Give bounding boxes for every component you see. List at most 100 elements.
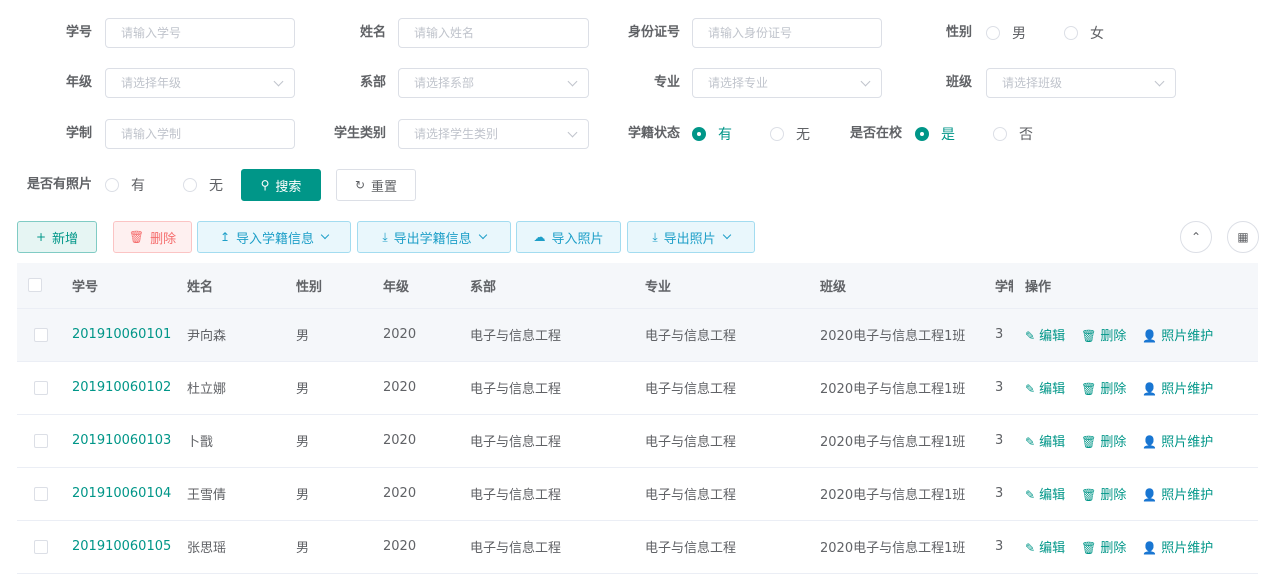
row-checkbox[interactable]	[34, 433, 48, 448]
inschool-yes-radio[interactable]: 是	[915, 119, 955, 149]
cell-system: 3	[995, 308, 1013, 362]
cell-sid[interactable]: 201910060102	[55, 361, 187, 415]
header-major[interactable]: 专业	[645, 263, 820, 309]
table-row[interactable]: 201910060102 杜立娜男 2020 电子与信息工程 电子与信息工程 2020电子…	[17, 361, 1258, 415]
row-checkbox[interactable]	[34, 486, 48, 501]
photo-no-radio[interactable]: 无	[183, 170, 223, 200]
radio-label: 有	[718, 127, 732, 143]
radio-dot-icon	[915, 127, 929, 141]
grade-select[interactable]: 请选择年级	[105, 68, 295, 98]
photo-maintain-link[interactable]: 👤 照片维护	[1142, 431, 1213, 450]
gender-male-radio[interactable]: 男	[986, 18, 1026, 48]
edit-link[interactable]: ✎ 编辑	[1025, 537, 1065, 556]
table-row[interactable]: 201910060101 尹向森男 2020 电子与信息工程 电子与信息工程 2020电子…	[17, 308, 1258, 362]
inschool-label: 是否在校	[849, 126, 902, 141]
radio-dot-icon	[770, 127, 784, 141]
photo-label: 是否有照片	[26, 177, 92, 192]
row-checkbox[interactable]	[34, 327, 48, 342]
header-sid[interactable]: 学号	[55, 263, 187, 309]
import-info-button[interactable]: ↥ 导入学籍信息	[197, 221, 351, 253]
table-row[interactable]: 201910060105 张思瑶男 2020 电子与信息工程 电子与信息工程 2020电子…	[17, 520, 1258, 574]
header-system[interactable]: 学制	[995, 263, 1013, 309]
chevron-down-icon	[1154, 76, 1165, 87]
cell-sid[interactable]: 201910060101	[55, 308, 187, 362]
gender-female-radio[interactable]: 女	[1064, 18, 1104, 48]
edit-link[interactable]: ✎ 编辑	[1025, 431, 1065, 450]
row-checkbox[interactable]	[34, 380, 48, 395]
edit-link[interactable]: ✎ 编辑	[1025, 378, 1065, 397]
idcard-input[interactable]: 请输入身份证号	[692, 18, 882, 48]
search-button[interactable]: ⚲ 搜索	[241, 169, 321, 201]
chevron-down-icon	[478, 230, 487, 240]
columns-button[interactable]: ▦	[1227, 221, 1259, 253]
chevron-down-icon	[567, 127, 578, 138]
export-info-button[interactable]: ⤓ 导出学籍信息	[357, 221, 511, 253]
select-all-checkbox[interactable]	[28, 278, 42, 293]
import-photo-button[interactable]: ☁ 导入照片	[516, 221, 621, 253]
delete-button[interactable]: 🗑 删除	[113, 221, 192, 253]
table-row[interactable]: 201910060104 王雪倩男 2020 电子与信息工程 电子与信息工程 2020电子…	[17, 467, 1258, 521]
header-name[interactable]: 姓名	[187, 263, 296, 309]
class-placeholder: 请选择班级	[1002, 76, 1063, 90]
search-button-label: 搜索	[275, 179, 302, 195]
major-select[interactable]: 请选择专业	[692, 68, 882, 98]
gender-label: 性别	[945, 25, 972, 40]
cell-name: 杜立娜	[187, 361, 296, 415]
delete-label: 删除	[1100, 488, 1127, 503]
trash-icon: 🗑	[1081, 541, 1097, 555]
delete-link[interactable]: 🗑 删除	[1081, 378, 1126, 397]
header-grade[interactable]: 年级	[383, 263, 470, 309]
cell-sid[interactable]: 201910060105	[55, 520, 187, 574]
cell-sid[interactable]: 201910060104	[55, 467, 187, 521]
photo-maintain-link[interactable]: 👤 照片维护	[1142, 378, 1213, 397]
system-input[interactable]: 请输入学制	[105, 119, 295, 149]
export-photo-button[interactable]: ⤓ 导出照片	[627, 221, 755, 253]
cell-dept: 电子与信息工程	[470, 520, 645, 574]
cell-dept: 电子与信息工程	[470, 467, 645, 521]
cloud-upload-icon: ☁	[533, 230, 546, 244]
add-button[interactable]: + 新增	[17, 221, 97, 253]
grade-label: 年级	[65, 75, 92, 90]
sid-input[interactable]: 请输入学号	[105, 18, 295, 48]
dept-select[interactable]: 请选择系部	[398, 68, 589, 98]
header-gender[interactable]: 性别	[296, 263, 383, 309]
trash-icon: 🗑	[1081, 435, 1097, 449]
delete-link[interactable]: 🗑 删除	[1081, 325, 1126, 344]
header-class[interactable]: 班级	[820, 263, 995, 309]
photo-maintain-link[interactable]: 👤 照片维护	[1142, 325, 1213, 344]
trash-icon: 🗑	[128, 230, 145, 244]
cell-major: 电子与信息工程	[645, 308, 820, 362]
collapse-button[interactable]: ⌃	[1180, 221, 1212, 253]
radio-dot-icon	[1064, 26, 1078, 40]
edit-link[interactable]: ✎ 编辑	[1025, 325, 1065, 344]
status-label: 学籍状态	[627, 126, 680, 141]
photo-maintain-link[interactable]: 👤 照片维护	[1142, 537, 1213, 556]
major-label: 专业	[653, 75, 680, 90]
delete-link[interactable]: 🗑 删除	[1081, 537, 1126, 556]
delete-link[interactable]: 🗑 删除	[1081, 431, 1126, 450]
photo-yes-radio[interactable]: 有	[105, 170, 145, 200]
cell-system: 3	[995, 467, 1013, 521]
cell-class: 2020电子与信息工程1班	[820, 467, 995, 521]
row-checkbox[interactable]	[34, 539, 48, 554]
export-info-label: 导出学籍信息	[393, 231, 472, 247]
name-input[interactable]: 请输入姓名	[398, 18, 589, 48]
photo-maintain-link[interactable]: 👤 照片维护	[1142, 484, 1213, 503]
category-label: 学生类别	[333, 126, 386, 141]
delete-label: 删除	[1100, 435, 1127, 450]
pencil-icon: ✎	[1025, 435, 1036, 449]
delete-link[interactable]: 🗑 删除	[1081, 484, 1126, 503]
chevron-down-icon	[273, 76, 284, 87]
class-select[interactable]: 请选择班级	[986, 68, 1176, 98]
inschool-no-radio[interactable]: 否	[993, 119, 1033, 149]
table-row[interactable]: 201910060103 卜戬男 2020 电子与信息工程 电子与信息工程 2020电子与…	[17, 414, 1258, 468]
category-select[interactable]: 请选择学生类别	[398, 119, 589, 149]
cell-sid[interactable]: 201910060103	[55, 414, 187, 468]
status-no-radio[interactable]: 无	[770, 119, 810, 149]
edit-label: 编辑	[1039, 435, 1066, 450]
grade-placeholder: 请选择年级	[121, 76, 182, 90]
reset-button[interactable]: ↻ 重置	[336, 169, 416, 201]
edit-link[interactable]: ✎ 编辑	[1025, 484, 1065, 503]
header-dept[interactable]: 系部	[470, 263, 645, 309]
status-yes-radio[interactable]: 有	[692, 119, 732, 149]
